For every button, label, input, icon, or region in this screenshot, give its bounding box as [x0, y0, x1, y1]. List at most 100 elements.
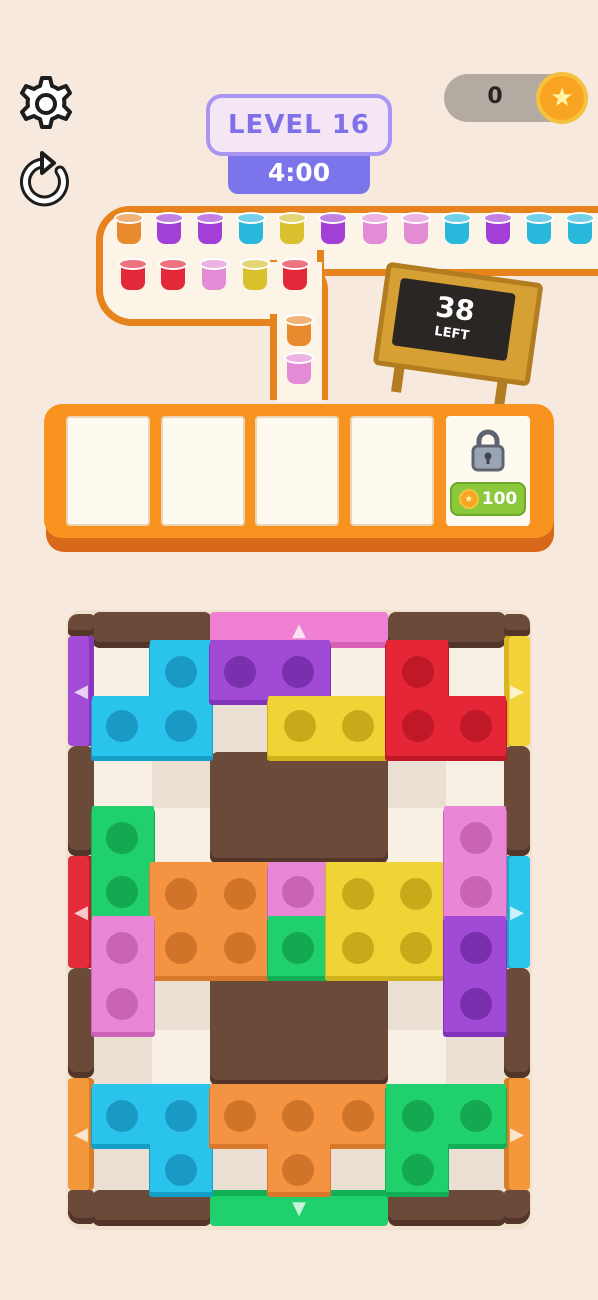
- board-tile: [94, 1140, 152, 1196]
- tray-slot[interactable]: [161, 416, 245, 526]
- obstacle-block: [210, 974, 388, 1086]
- board-tile: [270, 1086, 328, 1140]
- cup-cyan: [524, 212, 554, 246]
- board-tile: [270, 918, 328, 974]
- cup-cyan: [442, 212, 472, 246]
- wall: [504, 746, 530, 856]
- board-tile: [94, 1086, 152, 1140]
- cup-red: [118, 258, 148, 292]
- board-tile: [328, 918, 386, 974]
- board-tile: [152, 1086, 210, 1140]
- board-tile: [152, 1140, 210, 1196]
- wall: [388, 1190, 506, 1226]
- cup-cyan: [565, 212, 595, 246]
- wall: [68, 1190, 94, 1224]
- board-tile: [388, 642, 446, 698]
- board-tile: [446, 1140, 504, 1196]
- arrow-right-icon: ▶: [510, 680, 524, 702]
- gate-left-orange[interactable]: ◀: [68, 1078, 94, 1190]
- wall: [504, 1190, 530, 1224]
- arrow-right-icon: ▶: [510, 1123, 524, 1145]
- board-tile: [388, 1030, 446, 1086]
- wall: [68, 746, 94, 856]
- tray-slot[interactable]: [350, 416, 434, 526]
- cup-pink: [401, 212, 431, 246]
- board-tile: [94, 808, 152, 864]
- gate-bottom-green[interactable]: ▼: [210, 1190, 388, 1226]
- board-tile: [328, 864, 386, 918]
- restart-button[interactable]: [14, 148, 78, 212]
- board-tile: [446, 698, 504, 752]
- board-tile: [328, 642, 386, 698]
- board-tile: [152, 918, 210, 974]
- remaining-sign: 38 LEFT: [370, 261, 544, 408]
- wall: [92, 1190, 212, 1226]
- cup-orange: [114, 212, 144, 246]
- cup-yellow: [277, 212, 307, 246]
- cup-red: [280, 258, 310, 292]
- board-tile: [388, 808, 446, 864]
- board-tile: [94, 974, 152, 1030]
- obstacle-block: [210, 752, 388, 864]
- wall: [388, 612, 506, 648]
- unlock-slot-button[interactable]: ★ 100: [450, 482, 526, 516]
- board-tile: [446, 642, 504, 698]
- cup-pink: [284, 352, 314, 386]
- board-tile: [270, 864, 328, 918]
- star-coin-icon: ★: [536, 72, 588, 124]
- settings-button[interactable]: [14, 72, 78, 136]
- cup-orange: [284, 314, 314, 348]
- board-tile: [94, 1030, 152, 1086]
- arrow-down-icon: ▼: [292, 1197, 306, 1219]
- gate-right-yellow[interactable]: ▶: [504, 636, 530, 746]
- gate-left-red[interactable]: ◀: [68, 856, 94, 968]
- board-tile: [446, 1086, 504, 1140]
- board-tile: [94, 864, 152, 918]
- restart-icon: [19, 151, 69, 207]
- wall: [504, 614, 530, 636]
- gate-left-purple[interactable]: ◀: [68, 636, 94, 746]
- board-tile: [270, 1140, 328, 1196]
- board-tile: [388, 698, 446, 752]
- tray-slot[interactable]: [66, 416, 150, 526]
- gear-icon: [20, 76, 72, 129]
- board-tile: [446, 974, 504, 1030]
- board-tile: [94, 752, 152, 808]
- cup-purple: [195, 212, 225, 246]
- coin-count: 0: [487, 84, 503, 109]
- board-tile: [388, 1140, 446, 1196]
- arrow-up-icon: ▲: [292, 619, 306, 641]
- board-tile: [388, 864, 446, 918]
- board-tile: [210, 698, 268, 752]
- cup-purple: [483, 212, 513, 246]
- board-tile: [446, 808, 504, 864]
- gate-right-cyan[interactable]: ▶: [504, 856, 530, 968]
- gate-top-pink[interactable]: ▲: [210, 612, 388, 648]
- cup-yellow: [240, 258, 270, 292]
- gate-right-orange[interactable]: ▶: [504, 1078, 530, 1190]
- board-tile: [388, 974, 446, 1030]
- cup-pink: [199, 258, 229, 292]
- tray-slot[interactable]: [255, 416, 339, 526]
- board-tile: [210, 1086, 268, 1140]
- board-tile: [210, 918, 268, 974]
- board-tile: [152, 1030, 210, 1086]
- padlock-icon: [471, 429, 505, 472]
- board-tile: [446, 752, 504, 808]
- arrow-left-icon: ◀: [74, 1123, 88, 1145]
- timer: 4:00: [228, 150, 370, 194]
- board-tile: [446, 918, 504, 974]
- cup-purple: [154, 212, 184, 246]
- board-tile: [270, 642, 328, 698]
- board-tile: [328, 1086, 386, 1140]
- board-tile: [94, 698, 152, 752]
- cup-purple: [318, 212, 348, 246]
- board-tile: [210, 642, 268, 698]
- board-tile: [152, 808, 210, 864]
- unlock-cost: 100: [481, 489, 518, 509]
- board-tile: [388, 918, 446, 974]
- board-tile: [446, 864, 504, 918]
- board-tile: [152, 864, 210, 918]
- star-coin-icon: ★: [458, 489, 479, 509]
- wall: [68, 614, 94, 636]
